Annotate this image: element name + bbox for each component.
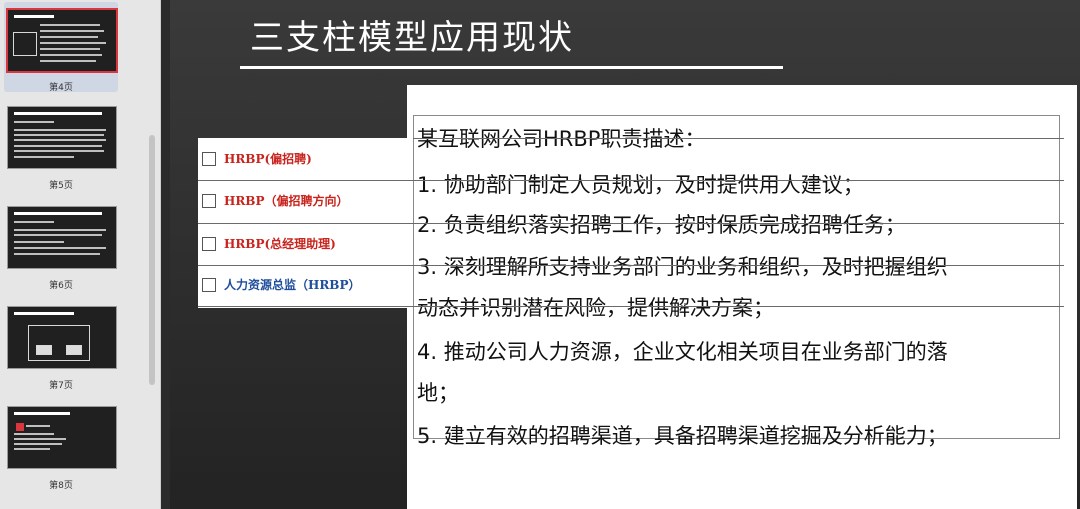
slide-thumbnail-image [7,106,117,169]
slide-thumbnail-image [6,8,118,73]
checkbox[interactable] [202,151,216,166]
slide-thumbnail-8[interactable]: 第8页 [4,400,118,491]
checkbox[interactable] [202,277,216,292]
slide-thumbnail-7[interactable]: 第7页 [4,300,118,391]
responsibility-description-panel[interactable]: 某互联网公司HRBP职责描述： 1. 协助部门制定人员规划，及时提供用人建议； … [407,85,1077,509]
checkbox[interactable] [202,193,216,208]
table-rule-line [413,138,1064,139]
checkbox[interactable] [202,236,216,251]
description-line: 3. 深刻理解所支持业务部门的业务和组织，及时把握组织 [417,255,948,279]
title-underline [240,66,783,69]
slide-page-label: 第7页 [49,381,73,391]
slide-title[interactable]: 三支柱模型应用现状 [250,10,574,59]
slide-canvas[interactable]: 三支柱模型应用现状 HRBP(偏招聘) HRBP（偏招聘方向） HRBP(总经理… [170,0,1080,509]
description-line: 4. 推动公司人力资源，企业文化相关项目在业务部门的落 [417,340,948,364]
slide-thumbnail-image [7,206,117,269]
sidebar-scrollbar[interactable] [149,135,155,385]
slide-page-label: 第6页 [49,281,73,291]
description-line: 动态并识别潜在风险，提供解决方案； [417,296,774,320]
table-rule-line [198,223,1064,224]
description-line: 2. 负责组织落实招聘工作，按时保质完成招聘任务； [417,213,906,237]
slide-thumbnail-6[interactable]: 第6页 [4,200,118,291]
description-line: 地； [417,381,459,405]
option-label: 人力资源总监（HRBP） [224,278,361,292]
slide-thumbnail-panel: 第4页 第5页 第6页 第7页 第8页 [0,0,161,509]
slide-thumbnail-image [7,306,117,369]
table-rule-line [198,306,1064,307]
slide-thumbnail-5[interactable]: 第5页 [4,100,118,191]
option-hrbp-recruiting[interactable]: HRBP(偏招聘) [202,150,312,167]
option-label: HRBP(偏招聘) [224,152,312,166]
slide-thumbnail-image [7,406,117,469]
slide-page-label: 第5页 [49,181,73,191]
slide-page-label: 第8页 [49,481,73,491]
description-line: 1. 协助部门制定人员规划，及时提供用人建议； [417,173,864,197]
table-rule-line [198,265,1064,266]
slide-page-label: 第4页 [49,83,73,93]
option-hrbp-gm-assistant[interactable]: HRBP(总经理助理) [202,235,336,252]
description-line: 5. 建立有效的招聘渠道，具备招聘渠道挖掘及分析能力； [417,424,948,448]
option-label: HRBP(总经理助理) [224,237,336,251]
table-rule-line [198,180,1064,181]
option-hr-director-hrbp[interactable]: 人力资源总监（HRBP） [202,276,360,293]
option-label: HRBP（偏招聘方向） [224,194,349,208]
slide-thumbnail-4[interactable]: 第4页 [4,2,118,93]
option-hrbp-recruiting-direction[interactable]: HRBP（偏招聘方向） [202,192,348,209]
